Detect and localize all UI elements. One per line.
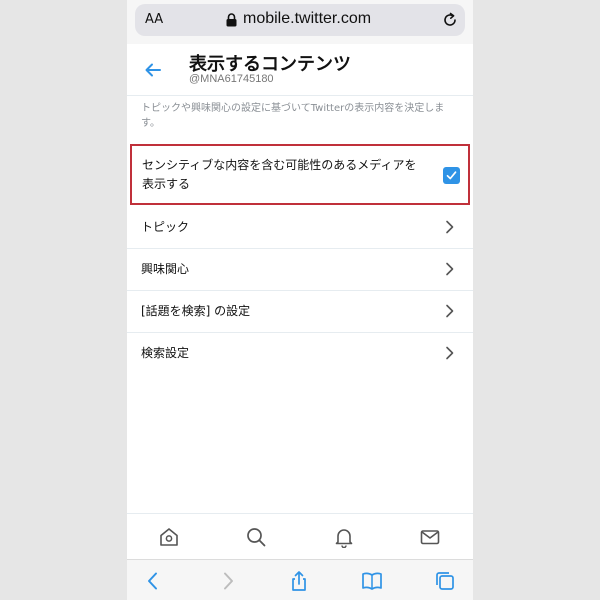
forward-icon[interactable] (217, 570, 239, 592)
chevron-right-icon (446, 304, 454, 318)
settings-item-label: 検索設定 (141, 346, 190, 360)
browser-toolbar (127, 559, 473, 600)
notifications-icon[interactable] (333, 526, 355, 548)
sensitive-media-row[interactable]: センシティブな内容を含む可能性のあるメディアを表示する (130, 144, 470, 205)
settings-item-label: 興味関心 (141, 262, 190, 276)
sensitive-media-checkbox[interactable] (443, 167, 460, 184)
chevron-right-icon (446, 220, 454, 234)
share-icon[interactable] (288, 570, 310, 592)
checkmark-icon (446, 171, 457, 180)
home-icon[interactable] (158, 526, 180, 548)
text-size-button[interactable]: AA (145, 12, 163, 27)
url-text[interactable]: mobile.twitter.com (243, 10, 371, 28)
bottom-tab-bar (127, 513, 473, 559)
settings-item-topics[interactable]: トピック (127, 206, 473, 248)
header-divider (127, 95, 473, 96)
bookmarks-icon[interactable] (361, 570, 383, 592)
lock-icon (226, 13, 237, 27)
settings-item-label: [話題を検索] の設定 (141, 304, 251, 318)
search-icon[interactable] (245, 526, 267, 548)
sensitive-media-label: センシティブな内容を含む可能性のあるメディアを表示する (142, 158, 417, 191)
account-handle: @MNA61745180 (189, 73, 274, 85)
tabs-icon[interactable] (434, 570, 456, 592)
phone-screen: AA mobile.twitter.com 表示するコンテンツ @MNA6174… (127, 0, 473, 600)
browser-address-bar-area: AA mobile.twitter.com (127, 0, 473, 44)
back-arrow-icon[interactable] (143, 60, 163, 80)
settings-item-interests[interactable]: 興味関心 (127, 248, 473, 290)
settings-item-explore[interactable]: [話題を検索] の設定 (127, 290, 473, 332)
settings-item-label: トピック (141, 220, 190, 234)
back-icon[interactable] (142, 570, 164, 592)
messages-icon[interactable] (419, 526, 441, 548)
settings-item-search[interactable]: 検索設定 (127, 332, 473, 374)
reload-icon[interactable] (441, 11, 459, 29)
address-bar[interactable]: AA mobile.twitter.com (135, 4, 465, 36)
chevron-right-icon (446, 262, 454, 276)
chevron-right-icon (446, 346, 454, 360)
section-description: トピックや興味関心の設定に基づいてTwitterの表示内容を決定します。 (141, 103, 445, 129)
